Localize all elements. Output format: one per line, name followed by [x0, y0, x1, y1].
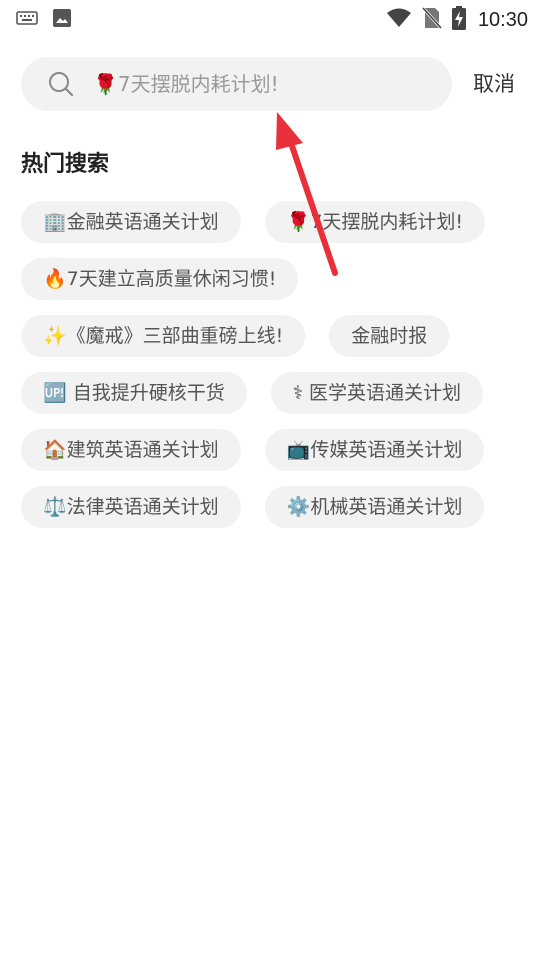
tag-law-english[interactable]: ⚖️法律英语通关计划: [21, 486, 241, 528]
tag-row: 🔥7天建立高质量休闲习惯!: [21, 258, 526, 300]
wifi-icon: [386, 7, 412, 33]
hot-search-tags: 🏢金融英语通关计划 🌹7天摆脱内耗计划! 🔥7天建立高质量休闲习惯! ✨《魔戒》…: [21, 201, 526, 543]
tag-self-improvement[interactable]: 🆙 自我提升硬核干货: [21, 372, 247, 414]
search-box[interactable]: [21, 57, 452, 111]
tag-leisure-habits[interactable]: 🔥7天建立高质量休闲习惯!: [21, 258, 299, 300]
clock: 10:30: [477, 8, 528, 31]
tag-media-english[interactable]: 📺传媒英语通关计划: [264, 429, 485, 471]
search-input[interactable]: [93, 57, 433, 111]
tag-row: 🏢金融英语通关计划 🌹7天摆脱内耗计划!: [21, 201, 526, 243]
tag-row: ✨《魔戒》三部曲重磅上线! 金融时报: [21, 315, 526, 357]
hot-search-title: 热门搜索: [21, 152, 110, 177]
tag-finance-english[interactable]: 🏢金融英语通关计划: [21, 201, 241, 243]
tag-financial-times[interactable]: 金融时报: [329, 315, 450, 357]
status-left: [16, 8, 72, 32]
tag-medical-english[interactable]: ⚕ 医学英语通关计划: [270, 372, 484, 414]
status-bar: 10:30: [0, 0, 540, 36]
tag-row: 🆙 自我提升硬核干货 ⚕ 医学英语通关计划: [21, 372, 526, 414]
cancel-button[interactable]: 取消: [473, 57, 515, 111]
tag-escape-anxiety[interactable]: 🌹7天摆脱内耗计划!: [264, 201, 486, 243]
search-icon: [48, 71, 74, 97]
no-sim-icon: [421, 6, 443, 34]
image-icon: [52, 8, 72, 32]
tag-architecture-english[interactable]: 🏠建筑英语通关计划: [21, 429, 241, 471]
tag-row: 🏠建筑英语通关计划 📺传媒英语通关计划: [21, 429, 526, 471]
search-row: 取消: [21, 57, 526, 111]
keyboard-icon: [16, 10, 38, 30]
tag-row: ⚖️法律英语通关计划 ⚙️机械英语通关计划: [21, 486, 526, 528]
status-right: 10:30: [386, 6, 528, 34]
battery-charging-icon: [451, 6, 466, 34]
tag-mechanical-english[interactable]: ⚙️机械英语通关计划: [264, 486, 485, 528]
arrow-head: [276, 112, 303, 150]
tag-lord-of-the-rings[interactable]: ✨《魔戒》三部曲重磅上线!: [21, 315, 306, 357]
